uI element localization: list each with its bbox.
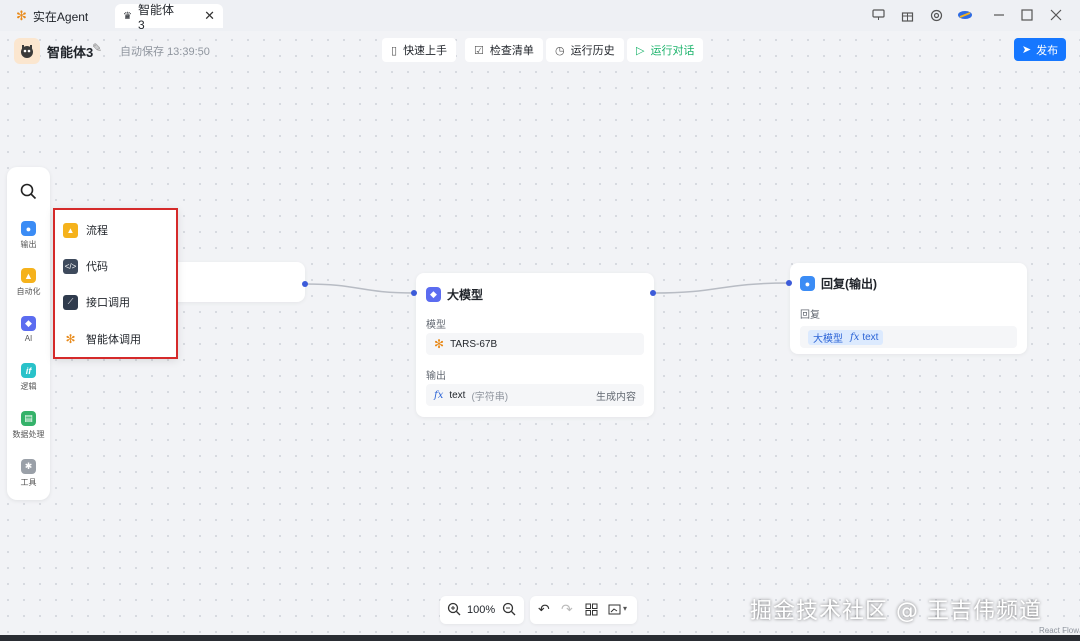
reply-input-port[interactable] [786,280,792,286]
toolbox-tools[interactable]: ✱ 工具 [7,459,50,488]
zoom-in-icon[interactable] [447,602,461,619]
llm-node-title: ◆ 大模型 [426,286,483,303]
llm-input-port[interactable] [411,290,417,296]
reply-node-title: ● 回复(输出) [800,275,877,292]
cube-icon: ◆ [426,287,441,302]
undo-icon[interactable]: ↶ [538,601,550,618]
toolbox-output[interactable]: ● 输出 [7,221,50,250]
pinwheel-icon: ✻ [63,331,78,347]
fx-icon: fx [850,331,860,343]
reply-label: 回复 [800,310,820,321]
toolbox-automation[interactable]: ▲ 自动化 [7,268,50,297]
table-icon: ▤ [21,411,36,426]
react-flow-attribution[interactable]: React Flow [1039,626,1079,635]
start-output-port[interactable] [302,281,308,287]
llm-output-port[interactable] [650,290,656,296]
redo-icon[interactable]: ↷ [561,601,573,618]
flow-icon: ▲ [63,222,78,238]
llm-node[interactable]: ◆ 大模型 模型 ✻ TARS-67B 输出 fx text (字符串) 生成内… [416,273,654,417]
watermark: 掘金技术社区 @ 王吉伟频道 [750,599,1042,624]
output-type: (字符串) [471,391,509,403]
zoom-level: 100% [467,604,496,616]
chat-bubble-icon: ● [21,221,36,236]
submenu-item-flow[interactable]: ▲ 流程 [63,220,108,240]
output-var: text [449,389,466,401]
model-label: 模型 [426,320,446,331]
code-icon: </> [63,258,78,274]
pinwheel-icon: ✻ [434,337,445,351]
reply-variable-chip[interactable]: 大模型 fx text [808,329,884,345]
cube-icon: ◆ [21,316,36,331]
submenu-item-code[interactable]: </> 代码 [63,256,108,276]
if-icon: if [21,363,36,378]
submenu-item-api-call[interactable]: ⟋ 接口调用 [63,292,130,312]
reply-content[interactable]: 大模型 fx text [800,326,1017,348]
output-desc: 生成内容 [596,391,636,403]
output-label: 输出 [426,371,446,382]
fit-view-icon[interactable] [585,603,598,619]
toolbox-data-processing[interactable]: ▤ 数据处理 [7,411,50,440]
chevron-down-icon[interactable]: ▾ [623,604,627,613]
fx-icon: fx [434,389,444,401]
model-select[interactable]: ✻ TARS-67B [426,333,644,355]
os-taskbar [0,635,1080,641]
submenu-item-agent-call[interactable]: ✻ 智能体调用 [63,329,141,349]
chat-bubble-icon: ● [800,276,815,291]
api-icon: ⟋ [63,294,78,310]
edge-llm-to-reply [653,282,790,294]
minimap-icon[interactable] [608,603,621,619]
gear-icon: ✱ [21,459,36,474]
start-node[interactable] [170,262,305,302]
automation-submenu: ▲ 流程 </> 代码 ⟋ 接口调用 ✻ 智能体调用 [53,208,178,359]
node-toolbox: ● 输出 ▲ 自动化 ◆ AI if 逻辑 ▤ 数据处理 ✱ 工具 [7,167,50,500]
zoom-out-icon[interactable] [502,602,516,619]
history-controls: ↶ ↷ ▾ [530,596,637,624]
edge-start-to-llm [304,283,415,294]
zoom-controls: 100% [440,596,524,624]
search-icon[interactable] [20,183,37,200]
automation-icon: ▲ [21,268,36,283]
toolbox-ai[interactable]: ◆ AI [7,316,50,343]
reply-node[interactable]: ● 回复(输出) 回复 大模型 fx text [790,263,1027,354]
output-var-row: fx text (字符串) 生成内容 [426,384,644,406]
toolbox-logic[interactable]: if 逻辑 [7,363,50,392]
